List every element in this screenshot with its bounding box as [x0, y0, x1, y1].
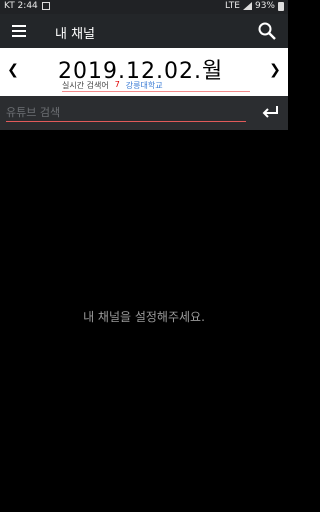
chevron-right-icon[interactable]: ❯ [266, 62, 284, 78]
app-bar: 내 채널 [0, 14, 288, 48]
chevron-left-icon[interactable]: ❮ [4, 62, 22, 78]
date-navigator: ❮ 2019.12.02.월 ❯ 실시간 검색어 7 강릉대학교 [0, 48, 288, 96]
enter-icon[interactable] [260, 103, 280, 121]
status-left: KT 2:44 [4, 1, 50, 11]
empty-state-message: 내 채널을 설정해주세요. [83, 310, 205, 324]
trending-label: 실시간 검색어 [62, 81, 109, 90]
search-input[interactable] [6, 103, 246, 122]
signal-icon [242, 2, 252, 10]
content-area: 내 채널을 설정해주세요. [0, 130, 288, 512]
date-underline [62, 91, 250, 92]
network-label: LTE [225, 1, 240, 11]
status-right: LTE 93% [225, 1, 284, 11]
search-icon[interactable] [258, 22, 276, 40]
battery-percent: 93% [254, 1, 275, 11]
trending-rank: 7 [114, 80, 120, 89]
status-bar: KT 2:44 LTE 93% [0, 0, 288, 14]
trending-keyword[interactable]: 실시간 검색어 7 강릉대학교 [62, 80, 163, 91]
trending-word[interactable]: 강릉대학교 [126, 80, 163, 91]
page-title: 내 채널 [55, 27, 96, 42]
notification-icon [41, 2, 50, 10]
battery-icon [278, 1, 284, 11]
carrier-time: KT 2:44 [4, 1, 38, 11]
hamburger-menu-icon[interactable] [12, 25, 26, 37]
search-bar [0, 96, 288, 130]
